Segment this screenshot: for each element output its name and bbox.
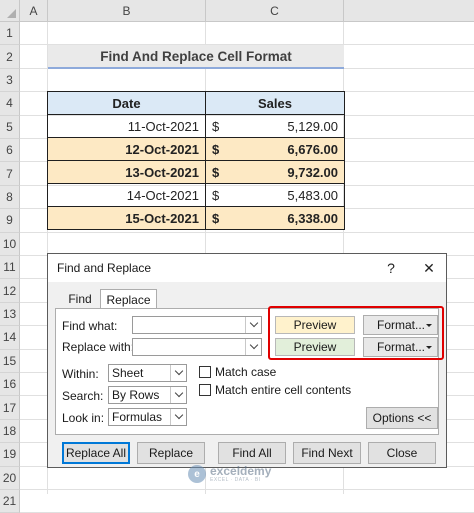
search-value: By Rows	[112, 388, 160, 402]
chevron-down-icon[interactable]	[245, 317, 261, 333]
sales-value: 5,483.00	[287, 187, 338, 203]
column-header-b[interactable]: B	[48, 0, 206, 22]
currency-symbol: $	[212, 118, 220, 134]
replace-panel: Find what: Preview Format... Replace wit…	[55, 306, 444, 435]
within-value: Sheet	[112, 366, 144, 380]
row-header[interactable]: 19	[0, 443, 20, 467]
table-header-row: Date Sales	[47, 91, 345, 115]
replace-all-button[interactable]: Replace All	[62, 442, 130, 464]
match-entire-label[interactable]: Match entire cell contents	[215, 383, 351, 397]
sales-cell[interactable]: $9,732.00	[205, 160, 345, 184]
search-label: Search:	[62, 389, 104, 403]
search-select[interactable]: By Rows	[108, 386, 187, 404]
replace-with-input[interactable]	[132, 338, 262, 356]
look-in-select[interactable]: Formulas	[108, 408, 187, 426]
exceldemy-watermark: e exceldemy EXCEL · DATA · BI	[188, 462, 286, 486]
sales-value: 6,338.00	[287, 210, 338, 226]
chevron-down-icon[interactable]	[170, 387, 186, 403]
sales-cell[interactable]: $6,338.00	[205, 206, 345, 230]
row-header[interactable]: 5	[0, 115, 20, 139]
find-what-label: Find what:	[62, 319, 118, 333]
table-row: 11-Oct-2021 $5,129.00	[47, 114, 345, 138]
row-header[interactable]: 1	[0, 22, 20, 46]
currency-symbol: $	[212, 164, 220, 180]
currency-symbol: $	[212, 210, 220, 226]
row-header[interactable]: 10	[0, 232, 20, 256]
row-header[interactable]: 8	[0, 185, 20, 210]
sales-value: 5,129.00	[287, 118, 338, 134]
row-header[interactable]: 11	[0, 256, 20, 280]
table-row: 15-Oct-2021 $6,338.00	[47, 206, 345, 230]
replace-button[interactable]: Replace	[137, 442, 205, 464]
gridline	[20, 489, 474, 490]
currency-symbol: $	[212, 141, 220, 157]
watermark-tagline: EXCEL · DATA · BI	[210, 477, 261, 483]
tab-replace[interactable]: Replace	[100, 289, 157, 309]
row-header[interactable]: 21	[0, 490, 20, 513]
help-button[interactable]: ?	[378, 256, 404, 280]
date-cell[interactable]: 11-Oct-2021	[47, 114, 206, 138]
row-header[interactable]: 12	[0, 279, 20, 303]
dialog-title: Find and Replace	[57, 261, 152, 275]
within-label: Within:	[62, 367, 99, 381]
row-header[interactable]: 15	[0, 349, 20, 373]
row-header[interactable]: 17	[0, 396, 20, 420]
sales-cell[interactable]: $6,676.00	[205, 137, 345, 161]
row-header[interactable]: 4	[0, 92, 20, 116]
table-row: 14-Oct-2021 $5,483.00	[47, 183, 345, 207]
sales-table: Date Sales 11-Oct-2021 $5,129.00 12-Oct-20…	[47, 91, 345, 230]
chevron-down-icon[interactable]	[170, 365, 186, 381]
sales-cell[interactable]: $5,483.00	[205, 183, 345, 207]
chevron-down-icon[interactable]	[170, 409, 186, 425]
row-header[interactable]: 3	[0, 68, 20, 93]
row-header[interactable]: 20	[0, 466, 20, 490]
gridline	[20, 231, 474, 233]
date-cell[interactable]: 14-Oct-2021	[47, 183, 206, 207]
find-replace-dialog: Find and Replace ? ✕ Find Replace Find w…	[47, 253, 447, 468]
date-cell[interactable]: 15-Oct-2021	[47, 206, 206, 230]
replace-with-label: Replace with:	[62, 340, 135, 354]
sheet-title[interactable]: Find And Replace Cell Format	[48, 45, 344, 69]
format-highlight-box	[268, 306, 444, 360]
row-header[interactable]: 14	[0, 326, 20, 350]
row-header[interactable]: 16	[0, 373, 20, 397]
row-header[interactable]: 18	[0, 419, 20, 444]
row-header[interactable]: 9	[0, 209, 20, 233]
table-header-sales[interactable]: Sales	[205, 91, 345, 115]
row-header[interactable]: 7	[0, 162, 20, 186]
match-entire-checkbox[interactable]	[199, 384, 211, 396]
date-cell[interactable]: 13-Oct-2021	[47, 160, 206, 184]
exceldemy-logo-icon: e	[188, 465, 206, 483]
options-button[interactable]: Options <<	[366, 407, 438, 429]
column-header-c[interactable]: C	[206, 0, 344, 22]
select-all-corner[interactable]	[0, 0, 20, 22]
sales-value: 9,732.00	[287, 164, 338, 180]
sales-value: 6,676.00	[287, 141, 338, 157]
column-header-next[interactable]	[344, 0, 474, 22]
chevron-down-icon[interactable]	[245, 339, 261, 355]
find-what-input[interactable]	[132, 316, 262, 334]
row-header[interactable]: 13	[0, 302, 20, 327]
match-case-checkbox[interactable]	[199, 366, 211, 378]
find-all-button[interactable]: Find All	[218, 442, 286, 464]
table-row: 12-Oct-2021 $6,676.00	[47, 137, 345, 161]
sales-cell[interactable]: $5,129.00	[205, 114, 345, 138]
look-in-label: Look in:	[62, 411, 105, 425]
date-cell[interactable]: 12-Oct-2021	[47, 137, 206, 161]
look-in-value: Formulas	[112, 410, 163, 424]
currency-symbol: $	[212, 187, 220, 203]
find-next-button[interactable]: Find Next	[293, 442, 361, 464]
close-icon[interactable]: ✕	[416, 256, 442, 280]
table-row: 13-Oct-2021 $9,732.00	[47, 160, 345, 184]
row-header[interactable]: 2	[0, 45, 20, 69]
tab-find[interactable]: Find	[62, 289, 98, 309]
watermark-name: exceldemy	[210, 464, 272, 478]
row-header[interactable]: 6	[0, 139, 20, 163]
within-select[interactable]: Sheet	[108, 364, 187, 382]
match-case-label[interactable]: Match case	[215, 365, 276, 379]
column-header-a[interactable]: A	[20, 0, 48, 22]
table-header-date[interactable]: Date	[47, 91, 206, 115]
close-button[interactable]: Close	[368, 442, 436, 464]
